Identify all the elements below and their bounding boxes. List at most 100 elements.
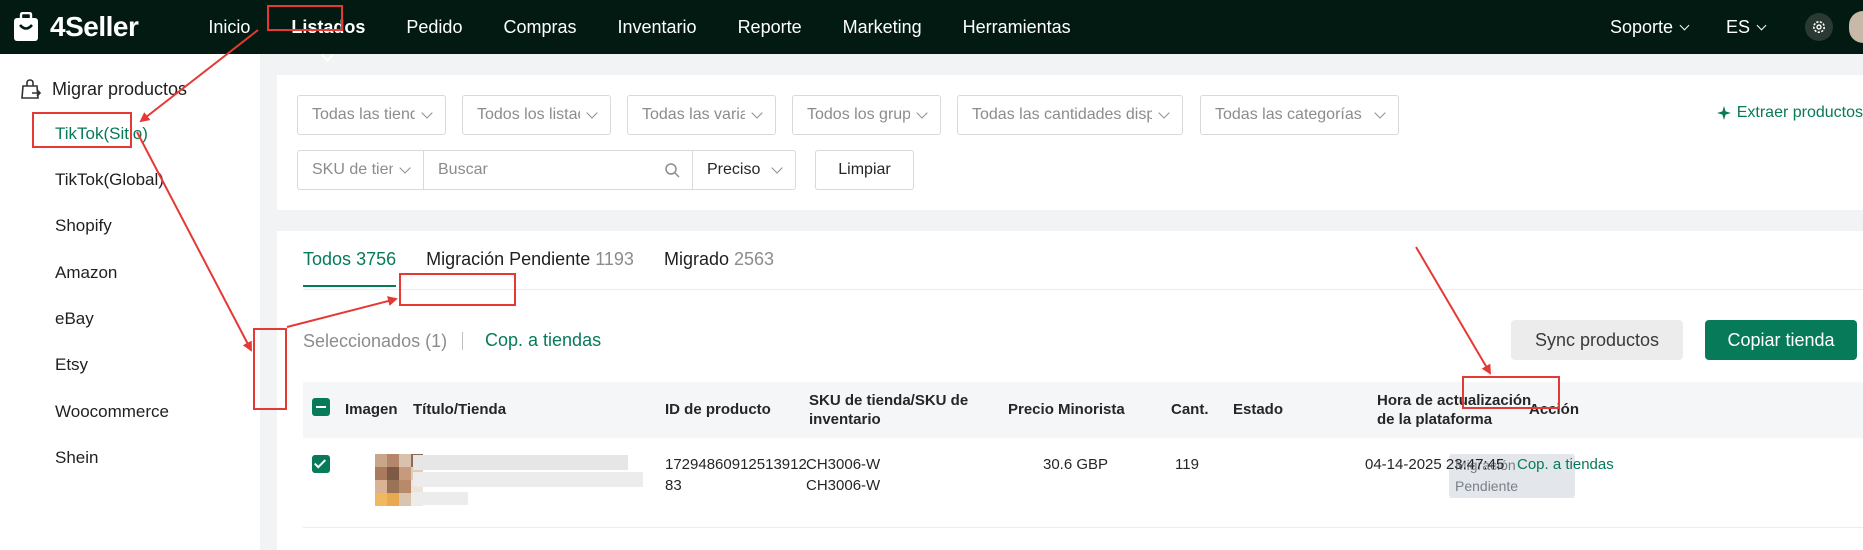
chevron-down-icon — [1374, 107, 1386, 119]
table-header: Imagen Título/Tienda ID de producto SKU … — [303, 382, 1863, 438]
search-icon — [665, 163, 680, 178]
settings-button[interactable] — [1805, 13, 1833, 41]
redacted-text — [413, 455, 628, 470]
col-header-qty: Cant. — [1171, 401, 1209, 418]
tab-count: 1193 — [595, 249, 634, 269]
nav-right: Soporte ES — [1610, 0, 1863, 54]
row-checkbox[interactable] — [312, 455, 330, 473]
sidebar-item-shopify[interactable]: Shopify — [55, 216, 112, 236]
updated-time: 04-14-2025 23:47:45 — [1365, 456, 1505, 473]
nav-reporte[interactable]: Reporte — [738, 17, 802, 38]
main-panel: Todos 3756 Migración Pendiente 1193 Migr… — [277, 231, 1863, 550]
sidebar-header[interactable]: Migrar productos — [20, 78, 187, 100]
selected-count: Seleccionados (1) — [303, 331, 448, 351]
sidebar: Migrar productos TikTok(Sitio) TikTok(Gl… — [0, 54, 260, 550]
search-input[interactable]: Buscar — [423, 150, 693, 190]
tab-todos[interactable]: Todos 3756 — [303, 249, 397, 287]
match-mode-select[interactable]: Preciso — [692, 150, 796, 190]
brand-logo[interactable]: 4Seller — [12, 11, 139, 43]
sidebar-item-tiktok-sitio[interactable]: TikTok(Sitio) — [55, 124, 148, 144]
sidebar-item-ebay[interactable]: eBay — [55, 309, 94, 329]
avatar[interactable] — [1849, 11, 1863, 43]
variant-filter-value: Todas las variantes — [642, 106, 745, 123]
main-menu: Inicio Listados Pedido Compras Inventari… — [208, 16, 1111, 62]
store-filter-select[interactable]: Todas las tiendas — [297, 95, 446, 135]
extract-products-button[interactable]: Extraer productos — [1716, 104, 1863, 122]
col-header-status: Estado — [1233, 401, 1284, 418]
support-menu[interactable]: Soporte — [1610, 17, 1690, 38]
toolbar-divider — [462, 332, 463, 350]
language-menu[interactable]: ES — [1726, 17, 1767, 38]
tab-label: Todos — [303, 249, 352, 269]
sidebar-item-shein[interactable]: Shein — [55, 448, 98, 468]
clear-button[interactable]: Limpiar — [815, 150, 914, 190]
chevron-down-icon — [916, 107, 928, 119]
check-icon — [313, 456, 327, 469]
col-header-title: Título/Tienda — [413, 401, 507, 418]
listing-filter-value: Todos los listados — [477, 106, 580, 123]
status-tabs: Todos 3756 Migración Pendiente 1193 Migr… — [303, 249, 804, 287]
brand-name: 4Seller — [50, 11, 139, 42]
nav-inventario[interactable]: Inventario — [618, 17, 697, 38]
col-header-updated-line1: Hora de actualización — [1377, 392, 1532, 409]
chevron-down-icon — [321, 48, 335, 62]
sidebar-header-label: Migrar productos — [52, 78, 188, 99]
extract-products-label: Extraer productos — [1736, 104, 1863, 121]
sync-products-button[interactable]: Sync productos — [1511, 320, 1683, 360]
status-badge-line2: Pendiente — [1455, 478, 1519, 494]
nav-listados[interactable]: Listados — [291, 16, 366, 62]
bulk-copy-to-stores-link[interactable]: Cop. a tiendas — [485, 330, 601, 351]
select-all-checkbox[interactable] — [312, 398, 330, 416]
sidebar-item-tiktok-global[interactable]: TikTok(Global) — [55, 170, 164, 190]
chevron-down-icon — [1158, 107, 1170, 119]
chevron-down-icon — [1679, 20, 1690, 30]
tab-label: Migración Pendiente — [426, 249, 591, 269]
tab-label: Migrado — [663, 249, 729, 269]
store-sku: CH3006-W — [806, 456, 881, 473]
nav-compras[interactable]: Compras — [503, 17, 576, 38]
nav-listados-label: Listados — [291, 16, 366, 37]
nav-pedido[interactable]: Pedido — [406, 17, 462, 38]
nav-inicio[interactable]: Inicio — [208, 17, 250, 38]
quantity-filter-select[interactable]: Todas las cantidades disponibles — [957, 95, 1183, 135]
quantity: 119 — [1175, 456, 1199, 473]
row-copy-to-stores-link[interactable]: Cop. a tiendas — [1517, 454, 1614, 475]
migrate-icon — [21, 79, 42, 99]
variant-filter-select[interactable]: Todas las variantes — [627, 95, 776, 135]
nav-herramientas[interactable]: Herramientas — [963, 17, 1071, 38]
sidebar-item-woocommerce[interactable]: Woocommerce — [55, 402, 169, 422]
sidebar-item-etsy[interactable]: Etsy — [55, 355, 88, 375]
product-id-line2: 83 — [665, 477, 682, 494]
listing-filter-select[interactable]: Todos los listados — [462, 95, 611, 135]
chevron-down-icon — [421, 107, 433, 119]
nav-marketing[interactable]: Marketing — [843, 17, 922, 38]
chevron-down-icon — [1756, 20, 1767, 30]
tab-count: 2563 — [734, 249, 775, 269]
col-header-sku-line1: SKU de tienda/SKU de — [809, 392, 969, 409]
search-placeholder: Buscar — [438, 161, 488, 178]
tab-count: 3756 — [356, 249, 397, 269]
redacted-text — [413, 472, 643, 487]
tab-migrado[interactable]: Migrado 2563 — [664, 249, 774, 287]
sku-type-select[interactable]: SKU de tienda — [297, 150, 424, 190]
col-header-sku: SKU de tienda/SKU de inventario — [809, 391, 968, 429]
copy-store-button[interactable]: Copiar tienda — [1705, 320, 1857, 360]
col-header-updated: Hora de actualización de la plataforma — [1377, 391, 1531, 429]
sidebar-item-amazon[interactable]: Amazon — [55, 263, 117, 283]
tabs-divider — [303, 289, 1863, 290]
category-filter-value: Todas las categorías — [1215, 106, 1362, 123]
top-nav: 4Seller Inicio Listados Pedido Compras I… — [0, 0, 1863, 62]
gear-icon — [1813, 21, 1825, 33]
col-header-product-id: ID de producto — [665, 401, 771, 418]
sparkle-icon — [1716, 106, 1731, 120]
match-mode-value: Preciso — [707, 161, 761, 178]
category-filter-select[interactable]: Todas las categorías — [1200, 95, 1399, 135]
product-id-line1: 17294860912513912 — [665, 456, 807, 473]
table-row: 17294860912513912 83 CH3006-W CH3006-W 30… — [303, 438, 1863, 528]
sku-type-value: SKU de tienda — [312, 161, 393, 178]
tab-migracion-pendiente[interactable]: Migración Pendiente 1193 — [426, 249, 634, 287]
quantity-filter-value: Todas las cantidades disponibles — [972, 106, 1152, 123]
group-filter-select[interactable]: Todos los grupos — [792, 95, 941, 135]
col-header-sku-line2: inventario — [809, 411, 881, 428]
product-id: 17294860912513912 83 — [665, 454, 807, 496]
